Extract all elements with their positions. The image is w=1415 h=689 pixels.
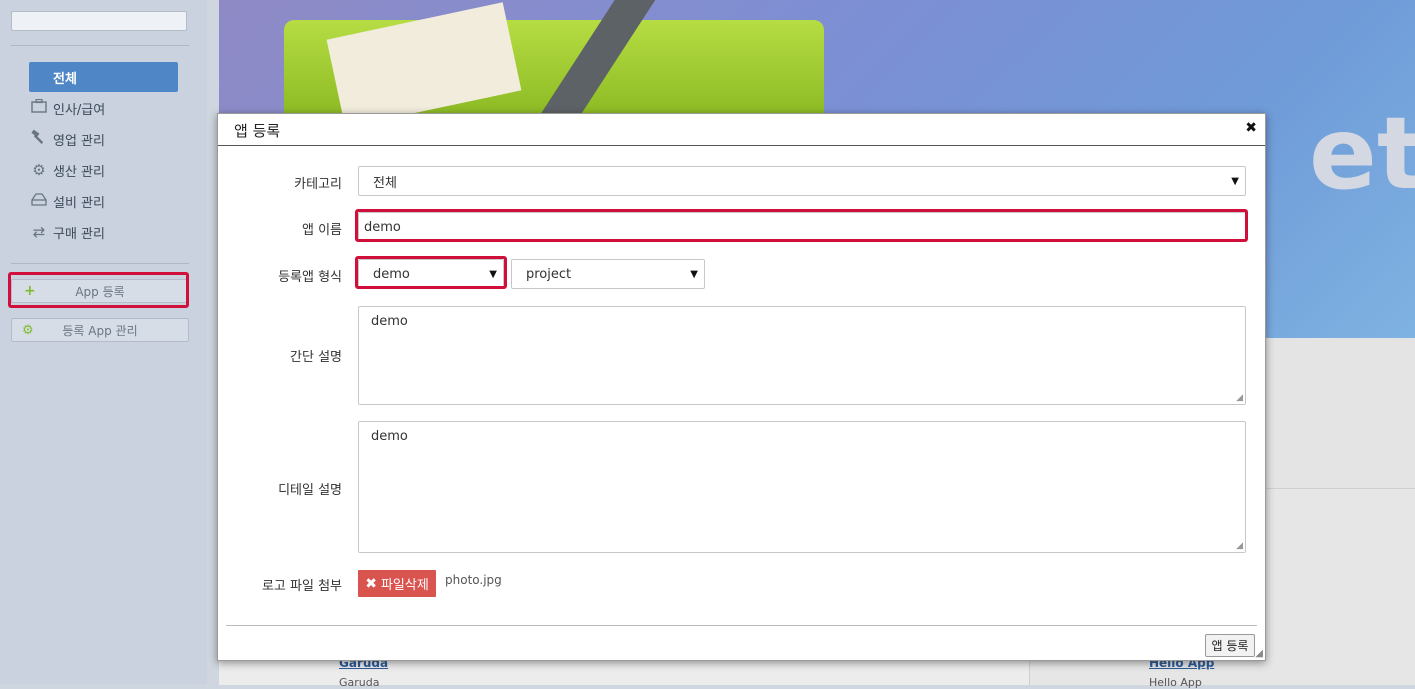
divider	[226, 625, 1257, 626]
briefcase-icon	[29, 98, 49, 117]
short-desc-value: demo	[371, 314, 408, 329]
sidebar-item-label: 전체	[53, 71, 77, 87]
close-icon[interactable]: ✖	[1245, 120, 1257, 136]
submit-button[interactable]: 앱 등록	[1205, 634, 1255, 657]
banner-text: et	[1309, 95, 1415, 212]
close-icon: ✖	[365, 575, 377, 592]
app-type-value: demo	[373, 266, 410, 282]
resize-grip-icon[interactable]: ◢	[1236, 541, 1243, 551]
divider	[11, 45, 189, 46]
gear-icon: ⚙	[22, 322, 34, 338]
sidebar: 전체 인사/급여 영업 관리 ⚙ 생산 관리 설비 관리 ⇄ 구매 관리 + A…	[0, 0, 207, 684]
sidebar-item-sales[interactable]: 영업 관리	[29, 124, 178, 154]
app-type-select[interactable]: demo ▼	[358, 259, 504, 289]
app-subtitle: Garuda	[339, 676, 380, 689]
resize-grip-icon[interactable]: ◢	[1255, 648, 1263, 659]
sidebar-item-label: 설비 관리	[53, 195, 105, 211]
app-type-label: 등록앱 형식	[278, 270, 342, 285]
sidebar-item-facility[interactable]: 설비 관리	[29, 186, 178, 216]
hammer-icon	[29, 129, 49, 149]
sidebar-item-label: 생산 관리	[53, 164, 105, 180]
sidebar-item-all[interactable]: 전체	[29, 62, 178, 92]
chevron-down-icon: ▼	[489, 268, 497, 280]
app-name-label: 앱 이름	[301, 223, 342, 238]
category-select[interactable]: 전체 ▼	[358, 166, 1246, 196]
app-register-button[interactable]: + App 등록	[11, 279, 189, 303]
app-name-input[interactable]: demo	[358, 212, 1246, 242]
chevron-down-icon: ▼	[1231, 175, 1239, 187]
chevron-down-icon: ▼	[690, 268, 698, 280]
detail-desc-label: 디테일 설명	[278, 483, 342, 498]
file-name: photo.jpg	[445, 573, 502, 587]
plus-icon: +	[24, 283, 36, 299]
logo-file-label: 로고 파일 첨부	[261, 579, 342, 594]
app-register-modal: 앱 등록 ✖ 카테고리 전체 ▼ 앱 이름 demo 등록앱 형식 demo ▼…	[217, 113, 1266, 661]
modal-title: 앱 등록	[234, 122, 281, 140]
divider	[11, 263, 189, 264]
detail-desc-value: demo	[371, 429, 408, 444]
project-value: project	[526, 266, 572, 282]
short-desc-label: 간단 설명	[290, 350, 342, 365]
gear-icon: ⚙	[32, 161, 46, 179]
project-select[interactable]: project ▼	[511, 259, 705, 289]
category-value: 전체	[373, 175, 397, 191]
resize-grip-icon[interactable]: ◢	[1236, 393, 1243, 403]
sidebar-item-hr-payroll[interactable]: 인사/급여	[29, 93, 178, 123]
detail-desc-textarea[interactable]: demo ◢	[358, 421, 1246, 553]
sidebar-item-label: 영업 관리	[53, 133, 105, 149]
sidebar-item-purchase[interactable]: ⇄ 구매 관리	[29, 217, 178, 247]
short-desc-textarea[interactable]: demo ◢	[358, 306, 1246, 405]
app-name-value: demo	[364, 219, 401, 235]
app-register-label: App 등록	[75, 284, 125, 299]
app-manage-button[interactable]: ⚙ 등록 App 관리	[11, 318, 189, 342]
tray-icon	[29, 192, 49, 210]
divider	[218, 145, 1265, 146]
delete-file-button[interactable]: ✖ 파일삭제	[358, 570, 436, 597]
category-label: 카테고리	[294, 177, 342, 192]
delete-file-label: 파일삭제	[380, 578, 429, 593]
app-subtitle: Hello App	[1149, 676, 1202, 689]
exchange-icon: ⇄	[32, 223, 46, 241]
sidebar-item-label: 구매 관리	[53, 226, 105, 242]
sidebar-search-input[interactable]	[11, 11, 187, 31]
sidebar-item-label: 인사/급여	[53, 102, 106, 118]
app-manage-label: 등록 App 관리	[62, 323, 138, 338]
sidebar-item-production[interactable]: ⚙ 생산 관리	[29, 155, 178, 185]
